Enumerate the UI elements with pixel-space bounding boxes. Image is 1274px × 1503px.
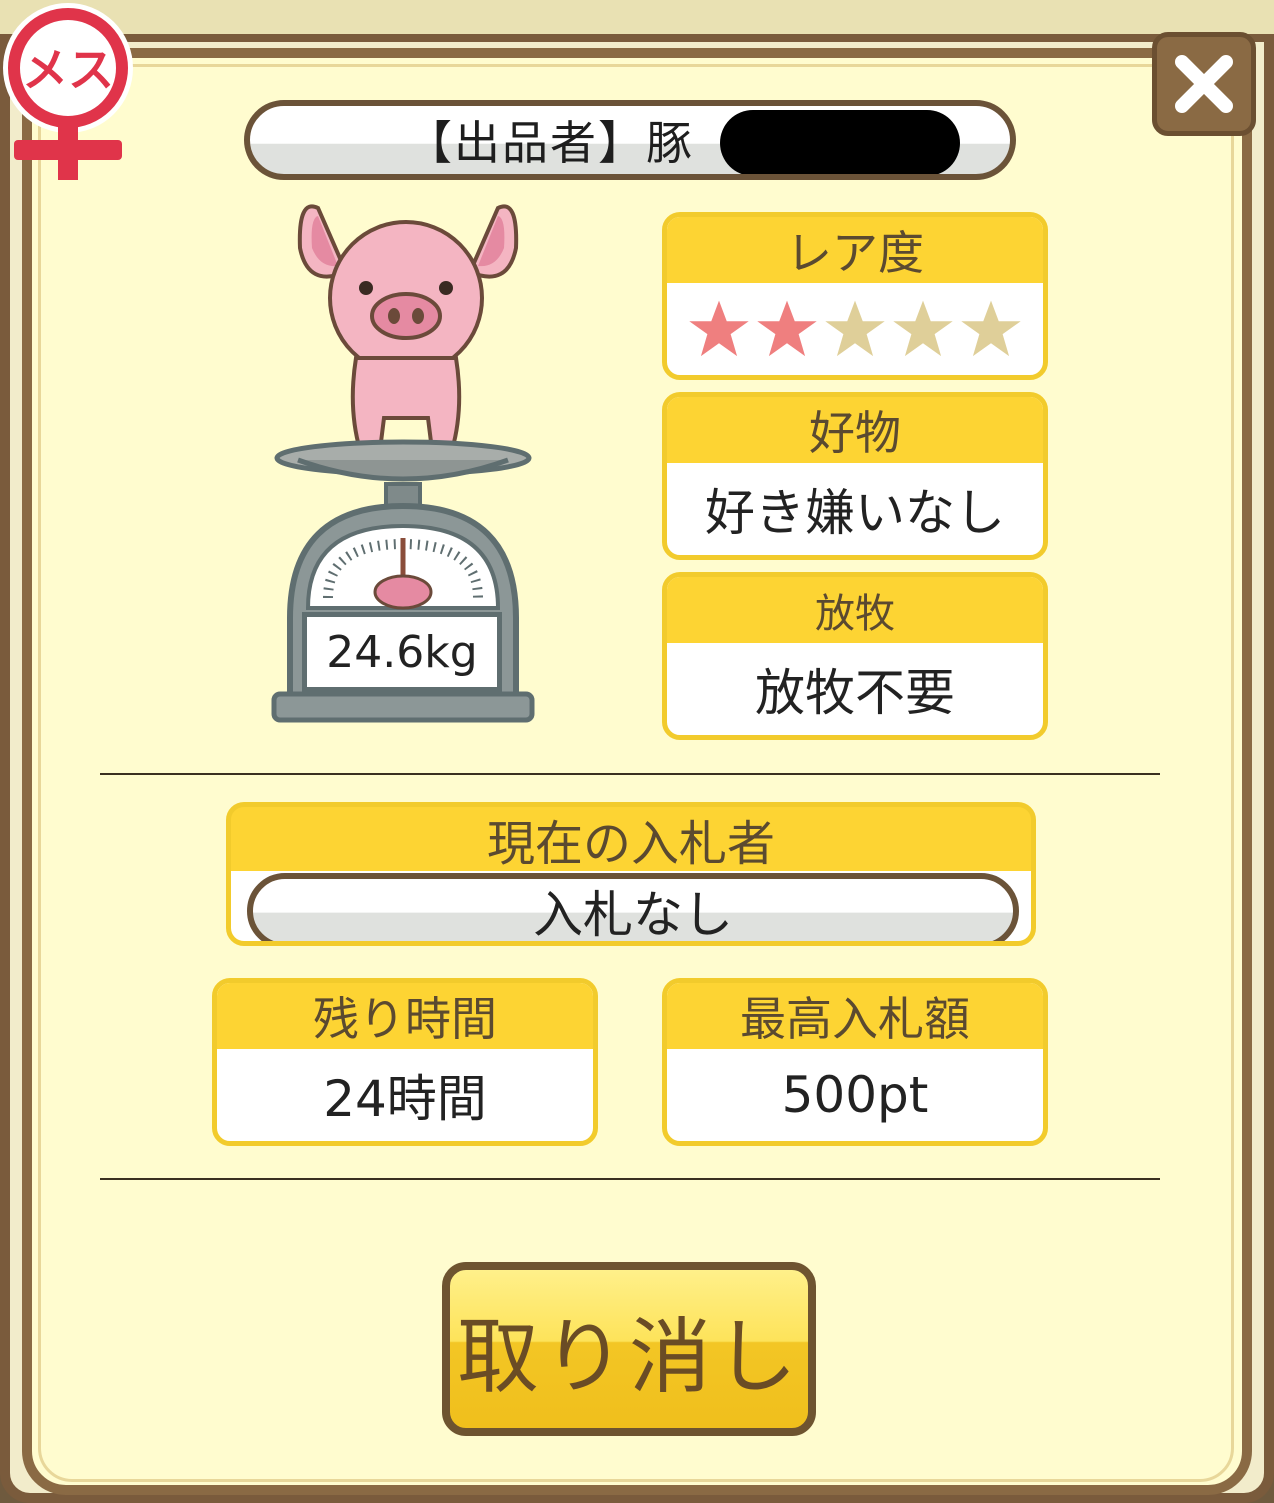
star-empty-icon <box>961 300 1021 357</box>
rarity-label: レア度 <box>667 217 1043 283</box>
pig-weight: 24.6kg <box>302 612 502 692</box>
current-bidder-value: 入札なし <box>247 873 1019 941</box>
star-filled-icon <box>689 300 749 357</box>
max-bid-value: 500pt <box>781 1066 929 1124</box>
seller-label: 【出品者】豚 <box>406 116 694 170</box>
divider <box>100 1178 1160 1180</box>
star-empty-icon <box>825 300 885 357</box>
max-bid-label: 最高入札額 <box>667 983 1043 1049</box>
seller-field: 【出品者】豚 <box>244 100 1016 180</box>
time-left-box: 残り時間 24時間 <box>212 978 598 1146</box>
female-symbol-icon: メス <box>0 0 140 190</box>
time-left-value: 24時間 <box>323 1070 487 1128</box>
favorite-food-box: 好物 好き嫌いなし <box>662 392 1048 560</box>
cancel-button[interactable]: 取り消し <box>442 1262 816 1436</box>
grazing-label: 放牧 <box>667 577 1043 643</box>
time-left-label: 残り時間 <box>217 983 593 1049</box>
current-bidder-label: 現在の入札者 <box>486 816 775 872</box>
seller-name-redacted <box>720 110 960 174</box>
grazing-value: 放牧不要 <box>755 664 955 722</box>
cancel-button-label: 取り消し <box>456 1309 801 1405</box>
current-bidder-box: 現在の入札者 入札なし <box>226 802 1036 946</box>
star-empty-icon <box>893 300 953 357</box>
background-card-top <box>0 0 1274 42</box>
star-filled-icon <box>757 300 817 357</box>
grazing-box: 放牧 放牧不要 <box>662 572 1048 740</box>
rarity-box: レア度 <box>662 212 1048 380</box>
favorite-food-value: 好き嫌いなし <box>705 484 1005 542</box>
close-icon <box>1175 55 1233 113</box>
close-button[interactable] <box>1152 32 1256 136</box>
gender-badge-text: メス <box>22 43 114 97</box>
favorite-food-label: 好物 <box>667 397 1043 463</box>
divider <box>100 773 1160 775</box>
rarity-stars <box>688 298 1022 360</box>
max-bid-box: 最高入札額 500pt <box>662 978 1048 1146</box>
